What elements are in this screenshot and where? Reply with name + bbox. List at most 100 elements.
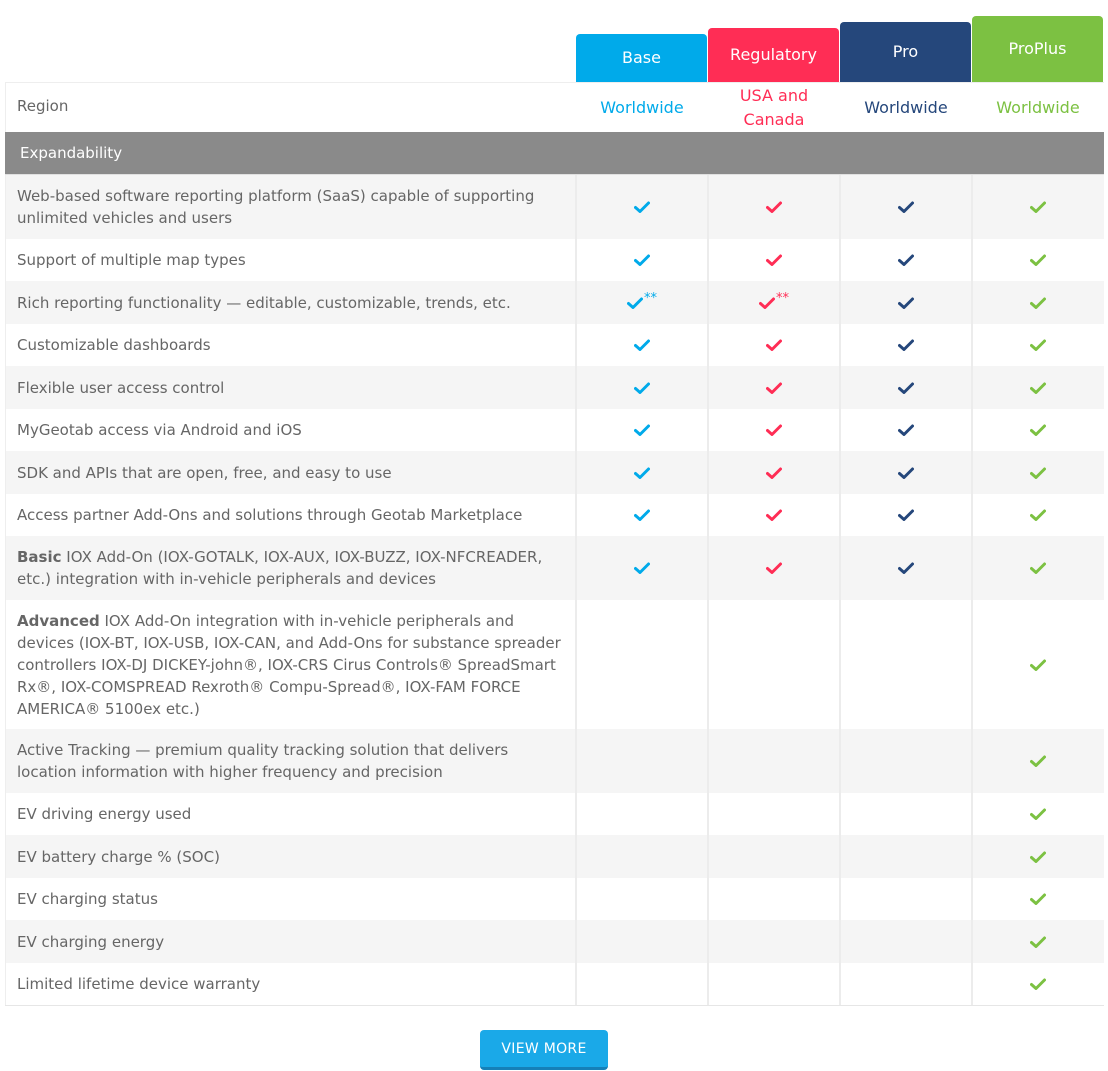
column-divider xyxy=(839,366,841,409)
feature-label-text: MyGeotab access via Android and iOS xyxy=(17,421,302,439)
feature-row: SDK and APIs that are open, free, and ea… xyxy=(5,451,1104,494)
support-cell-base xyxy=(577,409,707,451)
support-cell-regulatory xyxy=(709,878,839,920)
feature-label: Limited lifetime device warranty xyxy=(5,963,575,1005)
support-cell-regulatory xyxy=(709,835,839,878)
column-divider xyxy=(707,281,709,324)
support-cell-pro xyxy=(841,239,971,281)
check-icon xyxy=(634,382,650,394)
plan-tab-pro: Pro xyxy=(840,22,971,82)
column-divider xyxy=(575,878,577,920)
support-cell-proplus xyxy=(973,175,1103,239)
feature-label: Customizable dashboards xyxy=(5,324,575,366)
column-divider xyxy=(575,600,577,729)
support-cell-proplus xyxy=(973,409,1103,451)
column-divider xyxy=(707,175,709,239)
feature-label: EV battery charge % (SOC) xyxy=(5,835,575,878)
column-divider xyxy=(707,409,709,451)
check-icon xyxy=(1030,254,1046,266)
feature-label-text: Rich reporting functionality — editable,… xyxy=(17,293,511,312)
region-row: Region Worldwide USA and Canada Worldwid… xyxy=(5,82,1104,132)
check-icon xyxy=(898,562,914,574)
support-cell-proplus xyxy=(973,494,1103,536)
column-divider xyxy=(839,175,841,239)
column-divider xyxy=(575,963,577,1005)
column-divider xyxy=(839,920,841,963)
check-icon xyxy=(1030,424,1046,436)
column-divider xyxy=(707,963,709,1005)
support-cell-base xyxy=(577,729,707,793)
support-cell-base xyxy=(577,366,707,409)
support-cell-pro xyxy=(841,835,971,878)
feature-row: EV charging status xyxy=(5,878,1104,920)
feature-row: Rich reporting functionality — editable,… xyxy=(5,281,1104,324)
table-bottom-border xyxy=(5,1005,1104,1006)
check-icon xyxy=(1030,339,1046,351)
region-value: Worldwide xyxy=(600,97,684,117)
support-cell-proplus xyxy=(973,878,1103,920)
check-icon xyxy=(1030,297,1046,309)
plan-name: Base xyxy=(622,48,661,67)
feature-label-bold: Basic xyxy=(17,548,62,566)
column-divider xyxy=(707,793,709,835)
support-cell-proplus xyxy=(973,729,1103,793)
check-icon xyxy=(766,424,782,436)
column-divider xyxy=(707,835,709,878)
support-cell-base xyxy=(577,793,707,835)
feature-label-text: SDK and APIs that are open, free, and ea… xyxy=(17,463,392,482)
region-cell-base: Worldwide xyxy=(577,83,707,132)
check-icon xyxy=(766,254,782,266)
check-icon xyxy=(898,339,914,351)
support-cell-base xyxy=(577,324,707,366)
feature-row: Customizable dashboards xyxy=(5,324,1104,366)
column-divider xyxy=(575,175,577,239)
support-cell-proplus xyxy=(973,793,1103,835)
support-cell-proplus xyxy=(973,239,1103,281)
column-divider xyxy=(839,878,841,920)
column-divider xyxy=(707,729,709,793)
support-cell-base xyxy=(577,494,707,536)
column-divider xyxy=(971,835,973,878)
check-icon xyxy=(898,424,914,436)
feature-row: Basic IOX Add-On (IOX-GOTALK, IOX-AUX, I… xyxy=(5,536,1104,600)
feature-label: Active Tracking — premium quality tracki… xyxy=(5,729,575,793)
feature-label: Advanced IOX Add-On integration with in-… xyxy=(5,600,575,729)
column-divider xyxy=(707,878,709,920)
column-divider xyxy=(971,366,973,409)
plan-tab-proplus: ProPlus xyxy=(972,16,1103,82)
footnote-marker: ** xyxy=(776,291,789,306)
column-divider xyxy=(575,494,577,536)
feature-row: Active Tracking — premium quality tracki… xyxy=(5,729,1104,793)
check-icon xyxy=(766,339,782,351)
support-cell-proplus xyxy=(973,281,1103,324)
support-cell-base xyxy=(577,536,707,600)
support-cell-pro xyxy=(841,729,971,793)
support-cell-pro xyxy=(841,409,971,451)
region-value: Worldwide xyxy=(864,97,948,117)
support-cell-regulatory xyxy=(709,366,839,409)
feature-label: Support of multiple map types xyxy=(5,239,575,281)
column-divider xyxy=(839,536,841,600)
support-cell-proplus xyxy=(973,963,1103,1005)
view-more-button[interactable]: VIEW MORE xyxy=(480,1030,608,1070)
support-cell-base xyxy=(577,175,707,239)
column-divider xyxy=(839,324,841,366)
feature-label-text: Flexible user access control xyxy=(17,378,225,397)
feature-label: Access partner Add-Ons and solutions thr… xyxy=(5,494,575,536)
check-icon xyxy=(898,254,914,266)
support-cell-regulatory xyxy=(709,324,839,366)
support-cell-base xyxy=(577,239,707,281)
plan-tab-regulatory: Regulatory xyxy=(708,28,839,82)
feature-label: Rich reporting functionality — editable,… xyxy=(5,281,575,324)
feature-label-text: Web-based software reporting platform (S… xyxy=(17,187,540,227)
column-divider xyxy=(971,239,973,281)
feature-label: EV charging status xyxy=(5,878,575,920)
support-cell-regulatory xyxy=(709,409,839,451)
check-icon xyxy=(898,467,914,479)
check-icon xyxy=(1030,509,1046,521)
column-divider xyxy=(575,793,577,835)
check-icon xyxy=(634,201,650,213)
check-icon xyxy=(1030,382,1046,394)
plan-name: ProPlus xyxy=(1008,39,1067,58)
feature-label: EV driving energy used xyxy=(5,793,575,835)
